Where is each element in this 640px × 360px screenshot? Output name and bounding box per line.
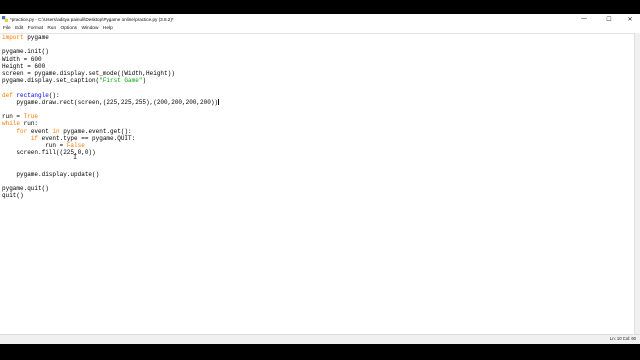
menu-format[interactable]: Format [26,26,46,31]
code-line-20: pygame.display.update() [2,170,100,178]
close-button[interactable]: ✕ [620,14,640,24]
keyword: def [2,91,13,99]
menu-options[interactable]: Options [58,26,79,31]
code-line-15: if event.type == pygame.QUIT: [2,135,135,142]
code-line-5: Height = 600 [2,62,46,70]
cursor-position: Ln: 10 Col: 60 [609,336,636,341]
code-line-22: pygame.quit() [2,185,49,193]
maximize-button[interactable]: ☐ [599,14,619,24]
code-editor[interactable]: import pygame pygame.init() Width = 600 … [0,33,635,336]
idle-editor-window: *practice.py - C:\Users\aditya painuli\D… [0,14,640,344]
python-icon [2,16,8,22]
code-text: run: [20,120,39,128]
code-line-17: screen.fill((225,0,0)) [2,149,96,157]
vertical-scrollbar[interactable] [634,33,640,335]
mouse-ibeam-cursor: I [73,154,78,162]
code-line-9: def rectangle(): [2,92,60,99]
function-name: rectangle [16,91,49,99]
keyword: False [66,142,85,149]
keyword: True [23,113,39,121]
code-line-7: pygame.display.set_caption("First Game") [2,77,146,84]
code-line-4: Width = 600 [2,55,42,63]
code-text: (): [48,91,60,99]
string-literal: "First Game" [99,77,143,85]
keyword: for [16,127,28,135]
menu-run[interactable]: Run [45,26,58,31]
menu-file[interactable]: File [0,26,13,31]
code-line-23: quit() [2,192,24,200]
menu-bar: File Edit Format Run Options Window Help [0,24,640,33]
status-bar: Ln: 10 Col: 60 [0,334,640,344]
keyword: import [2,34,24,41]
menu-edit[interactable]: Edit [13,26,26,31]
code-text: event.type == pygame.QUIT: [38,134,136,142]
window-title: *practice.py - C:\Users\aditya painuli\D… [10,16,174,22]
code-line-3: pygame.init() [2,48,49,56]
text-cursor [218,99,219,106]
code-text: pygame.display.set_caption( [2,77,100,85]
code-line-16: run = False [2,142,85,149]
keyword: while [2,120,21,128]
code-line-12: run = True [2,113,38,120]
keyword: if [30,134,39,142]
code-text: pygame [23,34,49,41]
code-line-6: screen = pygame.display.set_mode((Width,… [2,70,175,77]
menu-window[interactable]: Window [79,26,100,31]
code-text: pygame.draw.rect(screen,(225,225,255),(2… [2,98,219,106]
code-line-10: pygame.draw.rect(screen,(225,225,255),(2… [2,99,219,106]
code-line-13: while run: [2,120,38,127]
code-line-14: for event in pygame.event.get(): [2,127,132,135]
menu-help[interactable]: Help [101,26,115,31]
code-text: run = [2,142,67,149]
keyword: in [52,127,60,135]
code-line-1: import pygame [2,34,49,41]
code-text: ) [142,77,147,85]
minimize-button[interactable]: — [574,14,594,24]
title-bar[interactable]: *practice.py - C:\Users\aditya painuli\D… [0,14,640,24]
code-text: event [27,127,53,135]
code-text: run = [2,113,24,121]
code-text: pygame.event.get(): [59,127,132,135]
